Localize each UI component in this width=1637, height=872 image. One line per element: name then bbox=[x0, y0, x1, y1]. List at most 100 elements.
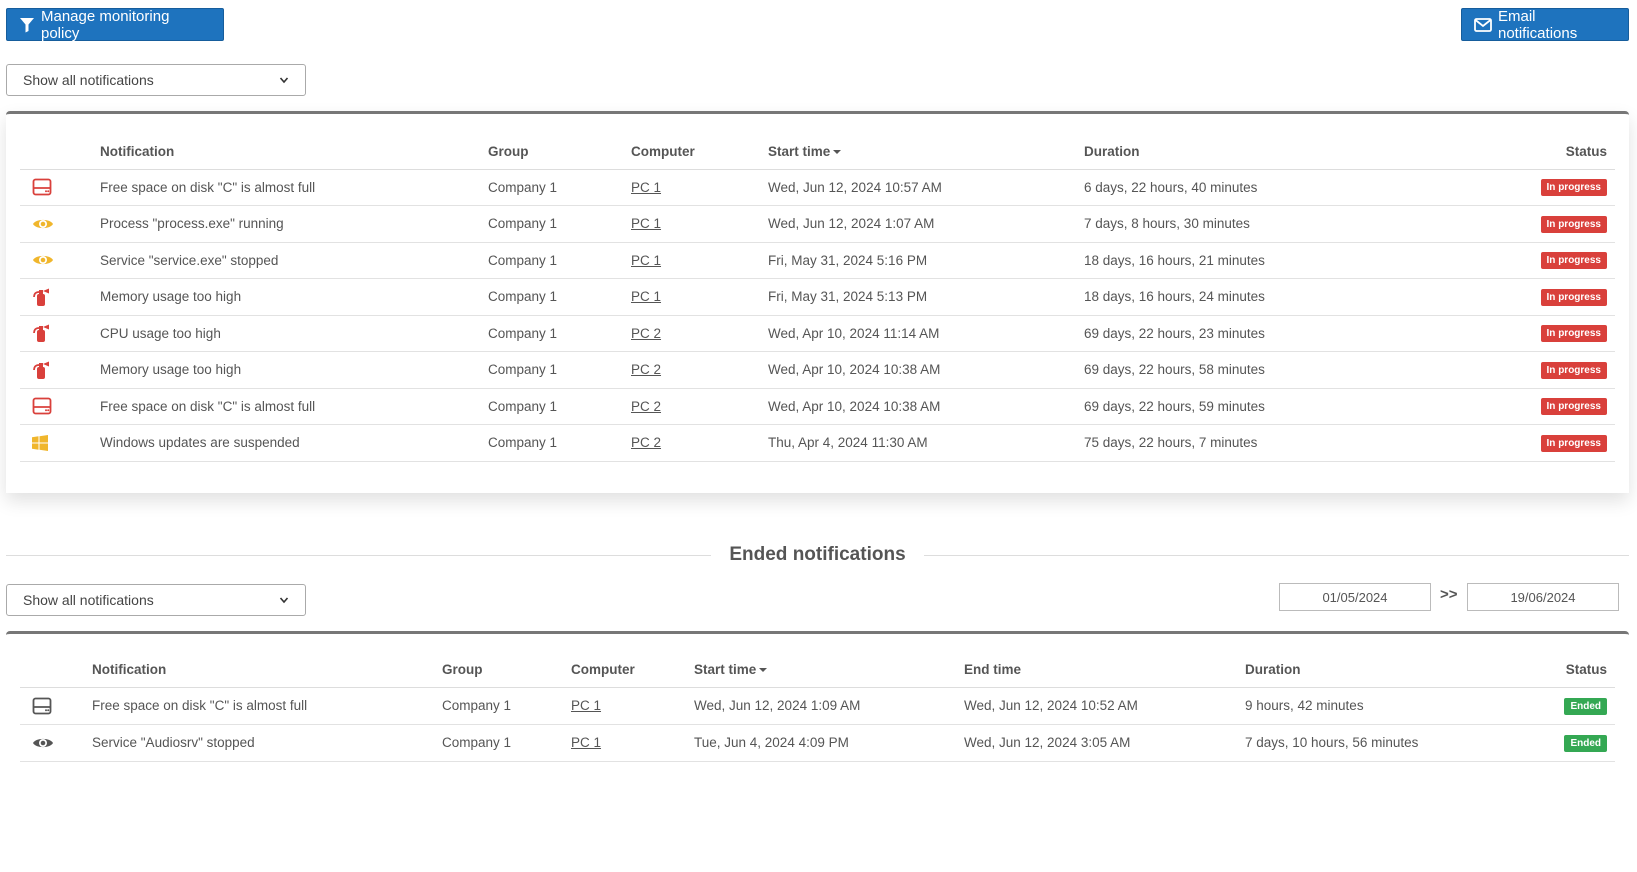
sort-desc-icon bbox=[759, 668, 768, 673]
start-time-cell: Thu, Apr 4, 2024 11:30 AM bbox=[768, 424, 1084, 462]
table-row[interactable]: Service "Audiosrv" stopped Company 1 PC 1 T… bbox=[20, 724, 1615, 762]
group-cell: Company 1 bbox=[488, 242, 631, 279]
status-badge: In progress bbox=[1540, 361, 1607, 379]
row-icon-cell bbox=[20, 687, 92, 725]
table-row[interactable]: Windows updates are suspended Company 1 PC… bbox=[20, 424, 1615, 462]
row-icon-cell bbox=[20, 242, 100, 279]
computer-cell: PC 1 bbox=[631, 169, 768, 206]
table-row[interactable]: CPU usage too high Company 1 PC 2 Wed, Apr … bbox=[20, 315, 1615, 352]
column-header-notification[interactable]: Notification bbox=[100, 134, 488, 170]
section-title: Ended notifications bbox=[729, 544, 906, 565]
fire-extinguisher-icon bbox=[32, 287, 100, 307]
date-to-input[interactable]: 19/06/2024 bbox=[1467, 583, 1619, 611]
computer-link[interactable]: PC 2 bbox=[631, 399, 661, 414]
status-badge: Ended bbox=[1564, 697, 1607, 715]
ended-notifications-panel: Notification Group Computer Start time E… bbox=[6, 631, 1629, 762]
divider bbox=[923, 554, 1629, 556]
email-notifications-button[interactable]: Email notifications bbox=[1461, 7, 1629, 42]
column-header-duration[interactable]: Duration bbox=[1245, 652, 1532, 688]
duration-cell: 69 days, 22 hours, 58 minutes bbox=[1084, 351, 1461, 389]
group-cell: Company 1 bbox=[488, 315, 631, 352]
group-cell: Company 1 bbox=[442, 724, 571, 762]
start-time-cell: Wed, Apr 10, 2024 10:38 AM bbox=[768, 351, 1084, 389]
row-icon-cell bbox=[20, 205, 100, 243]
status-badge: In progress bbox=[1540, 179, 1607, 197]
notification-cell: Free space on disk "C" is almost full bbox=[100, 388, 488, 425]
group-cell: Company 1 bbox=[442, 687, 571, 725]
date-range-separator: >> bbox=[1440, 586, 1458, 603]
status-cell: In progress bbox=[1460, 388, 1615, 425]
computer-link[interactable]: PC 1 bbox=[631, 253, 661, 268]
table-row[interactable]: Free space on disk "C" is almost full Com… bbox=[20, 388, 1615, 425]
table-row[interactable]: Memory usage too high Company 1 PC 2 Wed, A… bbox=[20, 351, 1615, 389]
column-header-computer[interactable]: Computer bbox=[571, 652, 694, 688]
computer-cell: PC 1 bbox=[631, 205, 768, 243]
computer-link[interactable]: PC 1 bbox=[631, 216, 661, 231]
notification-cell: Memory usage too high bbox=[100, 351, 488, 389]
row-icon-cell bbox=[20, 724, 92, 762]
column-header-end-time[interactable]: End time bbox=[964, 652, 1245, 688]
status-badge: In progress bbox=[1540, 252, 1607, 270]
row-icon-cell bbox=[20, 424, 100, 462]
group-cell: Company 1 bbox=[488, 388, 631, 425]
ended-notifications-filter-select[interactable]: Show all notifications bbox=[6, 584, 306, 616]
computer-link[interactable]: PC 2 bbox=[631, 326, 661, 341]
manage-monitoring-policy-button[interactable]: Manage monitoring policy bbox=[6, 8, 224, 42]
group-cell: Company 1 bbox=[488, 351, 631, 389]
computer-link[interactable]: PC 1 bbox=[571, 698, 601, 713]
table-row[interactable]: Free space on disk "C" is almost full Com… bbox=[20, 687, 1615, 725]
filter-icon bbox=[19, 17, 35, 33]
column-header-start-time[interactable]: Start time bbox=[768, 134, 1084, 170]
date-from-input[interactable]: 01/05/2024 bbox=[1279, 583, 1431, 611]
duration-cell: 75 days, 22 hours, 7 minutes bbox=[1084, 424, 1461, 462]
group-cell: Company 1 bbox=[488, 424, 631, 462]
ended-notifications-heading: Ended notifications bbox=[6, 540, 1629, 570]
status-cell: In progress bbox=[1460, 315, 1615, 352]
notification-cell: Memory usage too high bbox=[100, 278, 488, 316]
start-time-cell: Wed, Jun 12, 2024 1:09 AM bbox=[694, 687, 964, 725]
table-row[interactable]: Process "process.exe" running Company 1 PC… bbox=[20, 205, 1615, 243]
group-cell: Company 1 bbox=[488, 169, 631, 206]
status-cell: In progress bbox=[1460, 278, 1615, 316]
computer-link[interactable]: PC 1 bbox=[631, 180, 661, 195]
status-cell: In progress bbox=[1460, 169, 1615, 206]
table-row[interactable]: Free space on disk "C" is almost full Com… bbox=[20, 169, 1615, 206]
computer-link[interactable]: PC 2 bbox=[631, 362, 661, 377]
computer-link[interactable]: PC 1 bbox=[571, 735, 601, 750]
duration-cell: 6 days, 22 hours, 40 minutes bbox=[1084, 169, 1461, 206]
column-header-start-time[interactable]: Start time bbox=[694, 652, 964, 688]
computer-link[interactable]: PC 2 bbox=[631, 435, 661, 450]
table-header-row: Notification Group Computer Start time D… bbox=[20, 134, 1615, 170]
status-badge: In progress bbox=[1540, 434, 1607, 452]
column-header-notification[interactable]: Notification bbox=[92, 652, 442, 688]
eye-icon bbox=[32, 216, 100, 232]
column-header-computer[interactable]: Computer bbox=[631, 134, 768, 170]
active-notifications-filter-select[interactable]: Show all notifications bbox=[6, 64, 306, 96]
column-header-group[interactable]: Group bbox=[442, 652, 571, 688]
fire-extinguisher-icon bbox=[32, 360, 100, 380]
column-header-status[interactable]: Status bbox=[1460, 134, 1615, 170]
group-cell: Company 1 bbox=[488, 205, 631, 243]
table-row[interactable]: Service "service.exe" stopped Company 1 PC… bbox=[20, 242, 1615, 279]
computer-cell: PC 2 bbox=[631, 315, 768, 352]
ended-notifications-table: Notification Group Computer Start time E… bbox=[20, 652, 1615, 762]
disk-icon bbox=[32, 697, 92, 715]
table-row[interactable]: Memory usage too high Company 1 PC 1 Fri, M… bbox=[20, 278, 1615, 316]
column-header-duration[interactable]: Duration bbox=[1084, 134, 1461, 170]
start-time-cell: Tue, Jun 4, 2024 4:09 PM bbox=[694, 724, 964, 762]
active-notifications-panel: Notification Group Computer Start time D… bbox=[6, 111, 1629, 493]
email-label: Email notifications bbox=[1498, 7, 1578, 42]
duration-cell: 7 days, 10 hours, 56 minutes bbox=[1245, 724, 1532, 762]
column-header-group[interactable]: Group bbox=[488, 134, 631, 170]
ended-filter-value: Show all notifications bbox=[23, 592, 154, 608]
status-cell: In progress bbox=[1460, 424, 1615, 462]
computer-cell: PC 2 bbox=[631, 424, 768, 462]
column-header-status[interactable]: Status bbox=[1531, 652, 1615, 688]
status-cell: In progress bbox=[1460, 351, 1615, 389]
notification-cell: Process "process.exe" running bbox=[100, 205, 488, 243]
disk-icon bbox=[32, 397, 100, 415]
computer-link[interactable]: PC 1 bbox=[631, 289, 661, 304]
start-time-header-label: Start time bbox=[694, 661, 757, 677]
fire-extinguisher-icon bbox=[32, 323, 100, 343]
group-cell: Company 1 bbox=[488, 278, 631, 316]
